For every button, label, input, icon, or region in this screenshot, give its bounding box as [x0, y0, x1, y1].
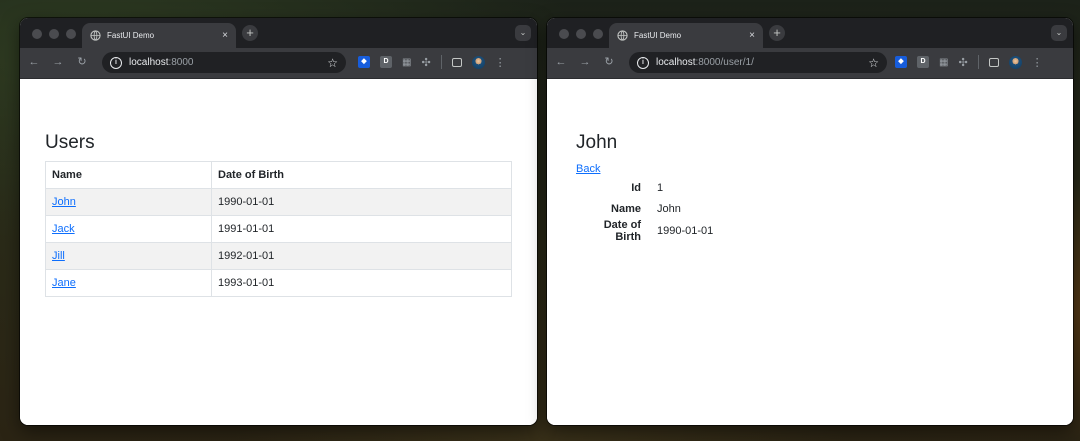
url-host: localhost [129, 57, 169, 68]
detail-row-name: Name John [576, 199, 713, 221]
table-row: Jill 1992-01-01 [45, 242, 512, 270]
name-cell: Jack [45, 215, 212, 243]
name-cell: Jill [45, 242, 212, 270]
new-tab-button[interactable]: + [242, 25, 258, 41]
new-tab-button[interactable]: + [769, 25, 785, 41]
url-path: :8000/user/1/ [695, 57, 754, 68]
detail-label: Date of Birth [603, 218, 641, 243]
browser-window-users: FastUI Demo × + ⌄ ← → ↻ i localhost:8000… [20, 18, 537, 425]
tab-search-chevron-icon[interactable]: ⌄ [515, 25, 531, 41]
globe-icon [617, 30, 628, 41]
maximize-window-button[interactable] [66, 29, 76, 39]
reload-icon[interactable]: ↻ [603, 55, 615, 70]
close-window-button[interactable] [32, 29, 42, 39]
dark-reader-extension-icon[interactable]: D [917, 56, 929, 68]
detail-label: Id [631, 181, 641, 194]
dob-cell: 1991-01-01 [211, 215, 512, 243]
page-content: Users Name Date of Birth John 1990-01-01… [20, 79, 537, 425]
name-cell: Jane [45, 269, 212, 297]
detail-label: Name [611, 203, 641, 216]
tab-strip: FastUI Demo × + ⌄ [20, 18, 537, 48]
table-row: Jane 1993-01-01 [45, 269, 512, 297]
extensions-puzzle-icon[interactable]: ✣ [421, 56, 430, 69]
tab-strip: FastUI Demo × + ⌄ [547, 18, 1073, 48]
reload-icon[interactable]: ↻ [76, 55, 88, 70]
table-row: John 1990-01-01 [45, 188, 512, 216]
back-arrow-icon[interactable]: ← [28, 55, 40, 70]
site-info-icon[interactable]: i [110, 56, 122, 69]
column-header-dob: Date of Birth [211, 161, 512, 189]
user-details: Id 1 Name John Date of Birth 1990-01-01 [576, 177, 714, 243]
minimize-window-button[interactable] [49, 29, 59, 39]
forward-arrow-icon[interactable]: → [579, 55, 591, 70]
bookmark-star-icon[interactable]: ☆ [868, 56, 879, 70]
dob-cell: 1993-01-01 [211, 269, 512, 297]
bookmark-star-icon[interactable]: ☆ [327, 56, 338, 70]
extensions-area: ◆ D ▦ ✣ ⋮ [895, 55, 1043, 69]
user-link[interactable]: Jane [52, 277, 76, 289]
more-menu-icon[interactable]: ⋮ [1032, 56, 1043, 69]
profile-avatar[interactable] [1008, 55, 1022, 69]
detail-value: 1990-01-01 [657, 224, 714, 237]
user-link[interactable]: John [52, 196, 76, 208]
user-link[interactable]: Jack [52, 223, 75, 235]
side-panel-icon[interactable] [451, 57, 462, 67]
qr-code-icon[interactable]: ▦ [402, 57, 411, 68]
navigation-buttons: ← → ↻ [28, 55, 88, 70]
user-link[interactable]: Jill [52, 250, 65, 262]
url-text: localhost:8000/user/1/ [656, 57, 868, 68]
dob-cell: 1990-01-01 [211, 188, 512, 216]
back-arrow-icon[interactable]: ← [555, 55, 567, 70]
toolbar-divider [977, 55, 979, 69]
detail-value: 1 [657, 181, 664, 194]
bitwarden-extension-icon[interactable]: ◆ [358, 56, 370, 68]
minimize-window-button[interactable] [576, 29, 586, 39]
navigation-buttons: ← → ↻ [555, 55, 615, 70]
extensions-puzzle-icon[interactable]: ✣ [958, 56, 967, 69]
tab-title: FastUI Demo [107, 31, 155, 40]
extensions-area: ◆ D ▦ ✣ ⋮ [358, 55, 506, 69]
dob-cell: 1992-01-01 [211, 242, 512, 270]
browser-window-user-detail: FastUI Demo × + ⌄ ← → ↻ i localhost:8000… [547, 18, 1073, 425]
window-controls [32, 29, 76, 39]
table-header-row: Name Date of Birth [45, 161, 512, 189]
users-table: Name Date of Birth John 1990-01-01 Jack … [45, 161, 512, 297]
tab-fastui-demo[interactable]: FastUI Demo × [609, 23, 763, 48]
forward-arrow-icon[interactable]: → [52, 55, 64, 70]
toolbar-divider [440, 55, 442, 69]
column-header-name: Name [45, 161, 212, 189]
close-window-button[interactable] [559, 29, 569, 39]
close-tab-icon[interactable]: × [749, 30, 755, 41]
detail-value: John [657, 203, 681, 216]
address-bar[interactable]: i localhost:8000/user/1/ ☆ [629, 52, 887, 73]
profile-avatar[interactable] [471, 55, 485, 69]
table-row: Jack 1991-01-01 [45, 215, 512, 243]
qr-code-icon[interactable]: ▦ [939, 57, 948, 68]
detail-row-id: Id 1 [576, 177, 713, 199]
url-path: :8000 [168, 57, 194, 68]
dark-reader-extension-icon[interactable]: D [380, 56, 392, 68]
close-tab-icon[interactable]: × [222, 30, 228, 41]
detail-row-dob: Date of Birth 1990-01-01 [576, 218, 714, 243]
page-title: Users [45, 132, 95, 153]
tab-search-chevron-icon[interactable]: ⌄ [1051, 25, 1067, 41]
more-menu-icon[interactable]: ⋮ [495, 56, 506, 69]
bitwarden-extension-icon[interactable]: ◆ [895, 56, 907, 68]
tab-title: FastUI Demo [634, 31, 682, 40]
tab-fastui-demo[interactable]: FastUI Demo × [82, 23, 236, 48]
globe-icon [90, 30, 101, 41]
url-host: localhost [656, 57, 696, 68]
browser-toolbar: ← → ↻ i localhost:8000 ☆ ◆ D ▦ ✣ ⋮ [20, 48, 537, 79]
url-text: localhost:8000 [129, 57, 327, 68]
name-cell: John [45, 188, 212, 216]
page-content: John Back Id 1 Name John Date of Birth 1… [547, 79, 1073, 425]
browser-toolbar: ← → ↻ i localhost:8000/user/1/ ☆ ◆ D ▦ ✣… [547, 48, 1073, 79]
site-info-icon[interactable]: i [637, 56, 649, 69]
maximize-window-button[interactable] [593, 29, 603, 39]
back-link[interactable]: Back [576, 163, 600, 175]
window-controls [559, 29, 603, 39]
side-panel-icon[interactable] [988, 57, 999, 67]
address-bar[interactable]: i localhost:8000 ☆ [102, 52, 346, 73]
page-title: John [576, 132, 618, 153]
